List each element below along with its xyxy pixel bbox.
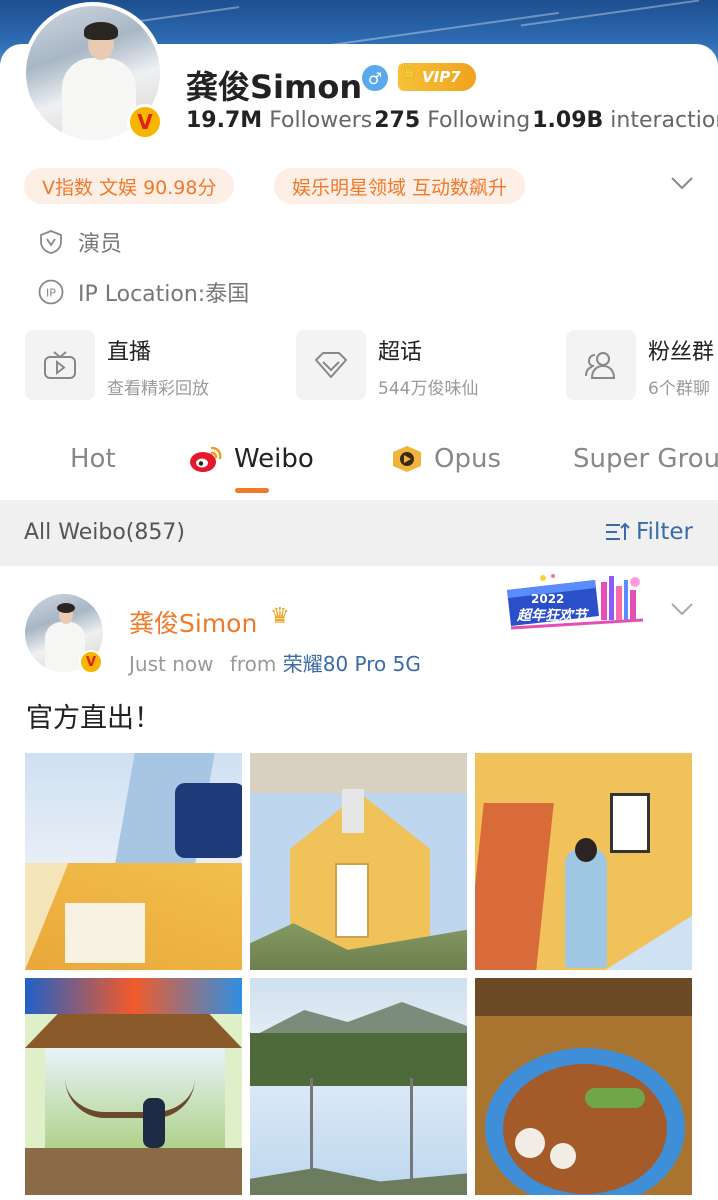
vip-crown-icon: ♛	[270, 604, 290, 629]
occupation-row: 演员	[38, 226, 122, 258]
feature-fan-group[interactable]: 粉丝群 6个群聊	[566, 330, 714, 400]
post-author-name[interactable]: 龚俊Simon	[129, 604, 257, 640]
post-photo[interactable]	[475, 753, 692, 970]
male-gender-icon: ♂	[362, 65, 388, 91]
feature-title: 直播	[107, 340, 152, 365]
followers-label[interactable]: Followers	[269, 108, 372, 133]
svg-text:IP: IP	[46, 287, 56, 300]
post-device[interactable]: 荣耀80 Pro 5G	[283, 652, 421, 676]
group-icon	[566, 330, 636, 400]
chevron-down-icon[interactable]	[670, 172, 694, 197]
festival-badge[interactable]: 2022 超年狂欢节	[503, 572, 653, 632]
tab-opus[interactable]: Opus	[390, 444, 501, 474]
following-label[interactable]: Following	[427, 108, 530, 133]
tv-icon	[25, 330, 95, 400]
v-index-pill[interactable]: V指数 文娱 90.98分	[24, 168, 235, 204]
tab-super-group[interactable]: Super Grou	[573, 444, 718, 474]
domain-rank-pill[interactable]: 娱乐明星领域 互动数飙升	[274, 168, 526, 204]
filter-icon	[604, 520, 630, 544]
festival-text: 超年狂欢节	[517, 608, 587, 624]
occupation-text: 演员	[78, 232, 123, 257]
tab-weibo[interactable]: Weibo	[188, 444, 314, 474]
diamond-icon	[296, 330, 366, 400]
post-photo[interactable]	[475, 978, 692, 1195]
filter-button[interactable]: Filter	[604, 519, 693, 545]
post-photo[interactable]	[250, 753, 467, 970]
interactions-label: interaction	[610, 108, 718, 133]
post-time: Just now	[129, 652, 214, 676]
profile-name: 龚俊Simon	[186, 68, 363, 106]
verified-badge-icon: V	[127, 104, 163, 140]
ip-location-row: IP IP Location:泰国	[38, 276, 249, 308]
profile-stats: 19.7M Followers275 Following1.09B intera…	[186, 108, 718, 133]
post-photo[interactable]	[250, 978, 467, 1195]
vip-badge[interactable]: ♛ VIP7	[398, 59, 476, 91]
followers-count[interactable]: 19.7M	[186, 108, 262, 133]
post-photo[interactable]	[25, 753, 242, 970]
ip-location-text: IP Location:泰国	[78, 282, 250, 307]
feature-super-topic[interactable]: 超话 544万俊味仙	[296, 330, 478, 400]
feature-title: 粉丝群	[648, 340, 715, 365]
feature-title: 超话	[378, 340, 423, 365]
feature-subtitle: 6个群聊	[648, 379, 710, 399]
following-count[interactable]: 275	[374, 108, 420, 133]
verified-badge-icon: V	[79, 650, 103, 674]
opus-icon	[390, 444, 424, 474]
post-photo[interactable]	[25, 978, 242, 1195]
post-from-label: from	[229, 652, 277, 676]
feature-live[interactable]: 直播 查看精彩回放	[25, 330, 209, 400]
post-text: 官方直出！	[26, 703, 161, 734]
tab-hot[interactable]: Hot	[70, 444, 116, 474]
feature-subtitle: 544万俊味仙	[378, 379, 479, 399]
active-tab-indicator	[235, 488, 269, 493]
weibo-logo-icon	[188, 444, 224, 474]
post-options-chevron-icon[interactable]	[670, 598, 694, 623]
post-meta: Just now from 荣耀80 Pro 5G	[129, 648, 421, 677]
feature-subtitle: 查看精彩回放	[107, 379, 209, 399]
shield-v-icon	[38, 229, 64, 255]
crown-icon: ♛	[400, 59, 418, 83]
all-weibo-count[interactable]: All Weibo(857)	[24, 520, 185, 545]
interactions-count: 1.09B	[532, 108, 604, 133]
festival-year: 2022	[531, 592, 565, 606]
filter-bar: All Weibo(857) Filter	[0, 500, 718, 566]
ip-icon: IP	[38, 279, 64, 305]
